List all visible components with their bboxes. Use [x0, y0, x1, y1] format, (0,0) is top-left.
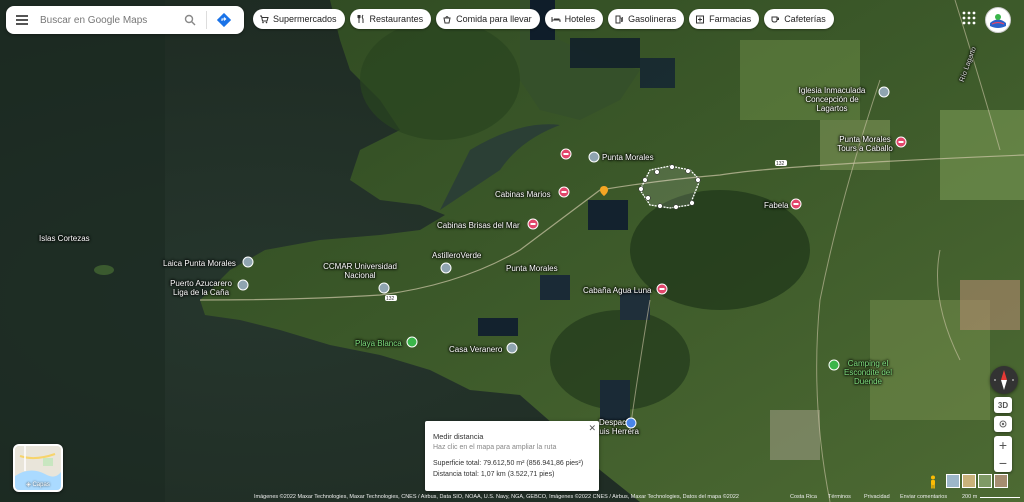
compass-button[interactable]	[990, 366, 1018, 394]
hotel-pin-icon[interactable]	[560, 148, 572, 160]
label-playa-blanca: Playa Blanca	[355, 339, 402, 348]
label-punta-morales: Punta Morales	[602, 153, 654, 162]
label-fabela: Fabela	[764, 201, 789, 210]
road-shield-132b: 132	[776, 161, 785, 167]
blue-pin-icon	[625, 417, 637, 429]
label-cabana: Cabaña Agua Luna	[583, 286, 652, 295]
location-target-icon	[999, 420, 1007, 428]
chip-cafeterias[interactable]: Cafeterías	[764, 9, 834, 29]
takeout-icon	[443, 16, 451, 24]
avatar-logo-icon	[987, 9, 1009, 31]
layers-button[interactable]: ◈ Capas	[13, 444, 63, 492]
chip-label: Restaurantes	[369, 14, 424, 24]
layers-text: Capas	[32, 482, 50, 488]
directions-icon[interactable]	[211, 6, 237, 34]
chip-hoteles[interactable]: Hoteles	[544, 9, 604, 29]
zoom-out-button[interactable]: −	[994, 454, 1012, 472]
green-pin-icon	[406, 336, 418, 348]
gray-pin-icon	[588, 151, 600, 163]
label-ccmar: CCMAR Universidad Nacional	[323, 262, 397, 280]
chip-label: Comida para llevar	[456, 14, 532, 24]
attribution-text: Imágenes ©2022 Maxar Technologies, Maxar…	[254, 494, 739, 500]
compass-icon	[994, 370, 1014, 390]
imagery-thumbnails	[946, 474, 1008, 488]
layers-label: ◈ Capas	[15, 481, 61, 488]
gray-pin-icon	[878, 86, 890, 98]
label-laica: Laica Punta Morales	[163, 259, 236, 268]
chip-label: Farmacias	[709, 14, 752, 24]
divider	[206, 11, 207, 29]
scale-label: 200 m	[962, 494, 978, 500]
map-footer: Imágenes ©2022 Maxar Technologies, Maxar…	[0, 493, 1024, 502]
label-cabinas-brisas: Cabinas Brisas del Mar	[437, 221, 520, 230]
feedback-link[interactable]: Enviar comentarios	[900, 494, 947, 500]
apps-grid-icon[interactable]	[962, 11, 976, 25]
measure-distance: Distancia total: 1,07 km (3.522,71 pies)	[433, 471, 555, 478]
gray-pin-icon	[506, 342, 518, 354]
chip-restaurantes[interactable]: Restaurantes	[349, 9, 432, 29]
scale-bar	[980, 497, 1020, 498]
coffee-icon	[771, 16, 780, 23]
imagery-thumb[interactable]	[946, 474, 960, 488]
fork-knife-icon	[357, 14, 364, 23]
measure-area: Superficie total: 79.612,50 m² (856.941,…	[433, 460, 584, 467]
zoom-controls: + −	[994, 436, 1012, 472]
chip-label: Cafeterías	[784, 14, 826, 24]
label-tours: Punta Morales Tours a Caballo	[837, 135, 893, 153]
measure-distance-card: ✕ Medir distancia Haz clic en el mapa pa…	[425, 421, 599, 491]
zoom-in-button[interactable]: +	[994, 436, 1012, 454]
category-chips: Supermercados Restaurantes Comida para l…	[253, 9, 834, 29]
hotel-pin-icon	[790, 198, 802, 210]
imagery-thumb[interactable]	[978, 474, 992, 488]
label-punta-morales-2: Punta Morales	[506, 264, 558, 273]
measure-hint: Haz clic en el mapa para ampliar la ruta	[433, 444, 557, 451]
menu-icon[interactable]	[6, 6, 38, 34]
country-label: Costa Rica	[790, 494, 817, 500]
label-cabinas-marios: Cabinas Marios	[495, 190, 551, 199]
gray-pin-icon	[378, 282, 390, 294]
label-casa-veranero: Casa Veranero	[449, 345, 503, 354]
account-avatar[interactable]	[985, 7, 1011, 33]
search-box	[6, 6, 244, 34]
road-shield-132: 132	[386, 296, 395, 302]
gas-pump-icon	[615, 15, 624, 24]
bed-icon	[551, 17, 561, 22]
search-icon[interactable]	[178, 6, 202, 34]
search-input[interactable]	[38, 13, 178, 27]
chip-comida-para-llevar[interactable]: Comida para llevar	[436, 9, 540, 29]
chip-supermercados[interactable]: Supermercados	[253, 9, 345, 29]
3d-button[interactable]: 3D	[994, 397, 1012, 413]
hotel-pin-icon	[558, 186, 570, 198]
gray-pin-icon	[440, 262, 452, 274]
cart-icon	[260, 15, 269, 24]
close-icon[interactable]: ✕	[588, 423, 596, 434]
hotel-pin-icon	[527, 218, 539, 230]
label-islas-cortezas: Islas Cortezas	[39, 234, 90, 243]
pharmacy-icon	[696, 15, 705, 24]
chip-farmacias[interactable]: Farmacias	[689, 9, 760, 29]
imagery-thumb[interactable]	[962, 474, 976, 488]
gray-pin-icon	[242, 256, 254, 268]
label-camping: Camping el Escondite del Duende	[843, 359, 893, 386]
gray-pin-icon	[237, 279, 249, 291]
chip-label: Hoteles	[564, 14, 596, 24]
pegman-icon[interactable]	[928, 475, 938, 489]
imagery-thumb[interactable]	[994, 474, 1008, 488]
label-iglesia: Iglesia Inmaculada Concepción de Lagarto…	[798, 86, 866, 113]
label-astillero: AstilleroVerde	[432, 251, 482, 260]
measure-title: Medir distancia	[433, 432, 484, 441]
my-location-button[interactable]	[994, 416, 1012, 432]
chip-label: Supermercados	[273, 14, 337, 24]
label-puerto: Puerto Azucarero Liga de la Caña	[170, 279, 232, 297]
food-pin-icon[interactable]	[598, 185, 610, 197]
hotel-pin-icon	[895, 136, 907, 148]
hotel-pin-icon	[656, 283, 668, 295]
chip-label: Gasolineras	[628, 14, 677, 24]
chip-gasolineras[interactable]: Gasolineras	[608, 9, 685, 29]
terms-link[interactable]: Términos	[828, 494, 851, 500]
privacy-link[interactable]: Privacidad	[864, 494, 890, 500]
